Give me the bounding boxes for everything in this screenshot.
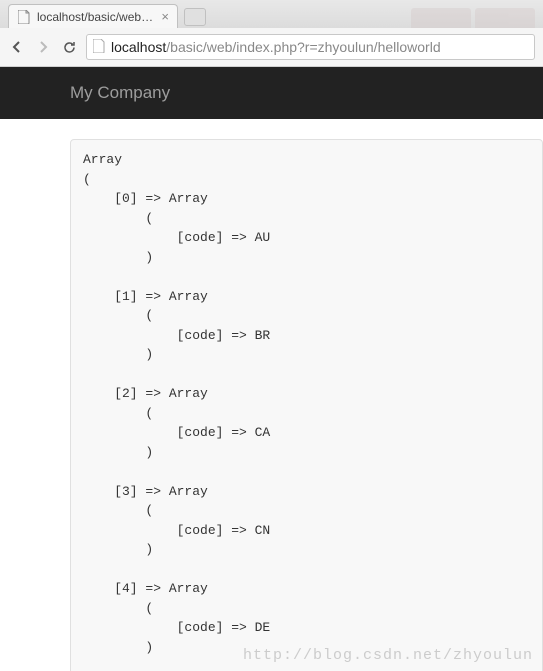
back-button[interactable] bbox=[8, 38, 26, 56]
page-content: My Company Array ( [0] => Array ( [code]… bbox=[0, 67, 543, 671]
url-text: localhost/basic/web/index.php?r=zhyoulun… bbox=[111, 39, 441, 55]
browser-chrome: localhost/basic/web/ind × localhost/basi… bbox=[0, 0, 543, 67]
background-tabs bbox=[411, 8, 543, 28]
background-tab[interactable] bbox=[475, 8, 535, 28]
reload-button[interactable] bbox=[60, 38, 78, 56]
url-bar[interactable]: localhost/basic/web/index.php?r=zhyoulun… bbox=[86, 34, 535, 60]
close-icon[interactable]: × bbox=[161, 10, 169, 23]
page-icon bbox=[17, 10, 31, 24]
nav-bar: localhost/basic/web/index.php?r=zhyoulun… bbox=[0, 28, 543, 66]
forward-button[interactable] bbox=[34, 38, 52, 56]
watermark: http://blog.csdn.net/zhyoulun bbox=[243, 647, 533, 664]
tab-bar: localhost/basic/web/ind × bbox=[0, 0, 543, 28]
page-icon bbox=[93, 39, 105, 56]
app-navbar: My Company bbox=[0, 67, 543, 119]
url-path: /basic/web/index.php?r=zhyoulun/hellowor… bbox=[166, 39, 440, 55]
background-tab[interactable] bbox=[411, 8, 471, 28]
tab-title: localhost/basic/web/ind bbox=[37, 10, 155, 24]
navbar-brand[interactable]: My Company bbox=[70, 83, 170, 103]
new-tab-button[interactable] bbox=[184, 8, 206, 26]
browser-tab[interactable]: localhost/basic/web/ind × bbox=[8, 4, 178, 28]
array-dump: Array ( [0] => Array ( [code] => AU ) [1… bbox=[70, 139, 543, 671]
main-area: Array ( [0] => Array ( [code] => AU ) [1… bbox=[0, 119, 543, 671]
url-host: localhost bbox=[111, 39, 166, 55]
